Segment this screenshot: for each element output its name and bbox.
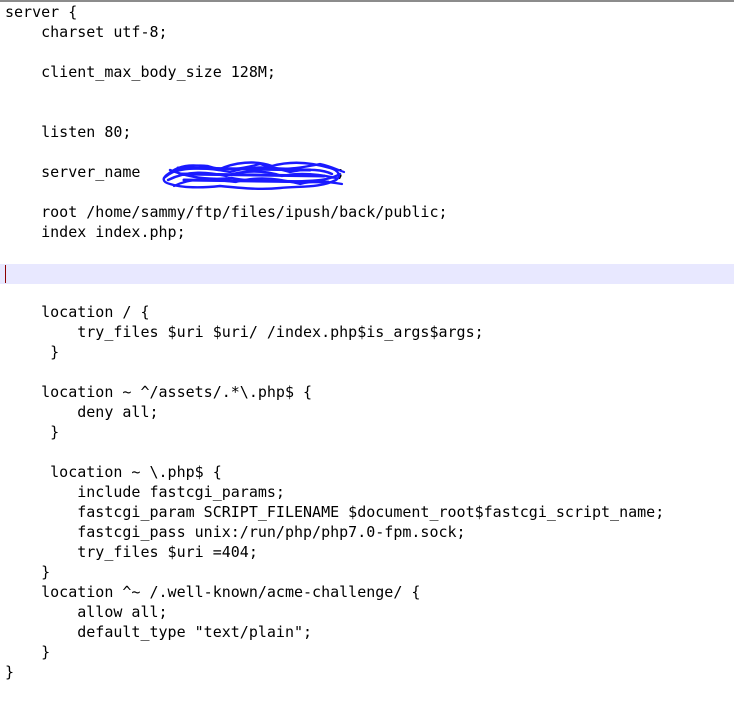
code-line-18: }: [5, 343, 60, 361]
code-line-26: fastcgi_param SCRIPT_FILENAME $document_…: [5, 503, 665, 521]
code-line-33: }: [5, 643, 51, 661]
code-line-24: location ~ \.php$ {: [5, 463, 222, 481]
code-line-30: location ^~ /.well-known/acme-challenge/…: [5, 583, 421, 601]
text-caret: [5, 265, 6, 283]
code-line-20: location ~ ^/assets/.*\.php$ {: [5, 383, 313, 401]
code-line-7: listen 80;: [5, 123, 132, 141]
redaction-scribble: [162, 161, 346, 191]
code-line-17: try_files $uri $uri/ /index.php$is_args$…: [5, 323, 484, 341]
code-line-4: client_max_body_size 128M;: [5, 63, 276, 81]
code-line-11: root /home/sammy/ftp/files/ipush/back/pu…: [5, 203, 448, 221]
code-line-2: charset utf-8;: [5, 23, 168, 41]
text-editor[interactable]: server { charset utf-8; client_max_body_…: [0, 0, 734, 718]
code-line-31: allow all;: [5, 603, 168, 621]
code-line-29: }: [5, 563, 51, 581]
code-line-16: location / {: [5, 303, 150, 321]
code-line-32: default_type "text/plain";: [5, 623, 313, 641]
code-line-28: try_files $uri =404;: [5, 543, 258, 561]
code-line-21: deny all;: [5, 403, 159, 421]
code-line-25: include fastcgi_params;: [5, 483, 285, 501]
code-line-1: server {: [5, 3, 78, 21]
code-line-12: index index.php;: [5, 223, 186, 241]
code-line-34: }: [5, 663, 15, 681]
code-area[interactable]: server { charset utf-8; client_max_body_…: [0, 2, 734, 718]
code-line-22: }: [5, 423, 60, 441]
code-line-27: fastcgi_pass unix:/run/php/php7.0-fpm.so…: [5, 523, 466, 541]
current-line-highlight: [0, 264, 734, 284]
code-line-9: server_name: [5, 163, 150, 181]
